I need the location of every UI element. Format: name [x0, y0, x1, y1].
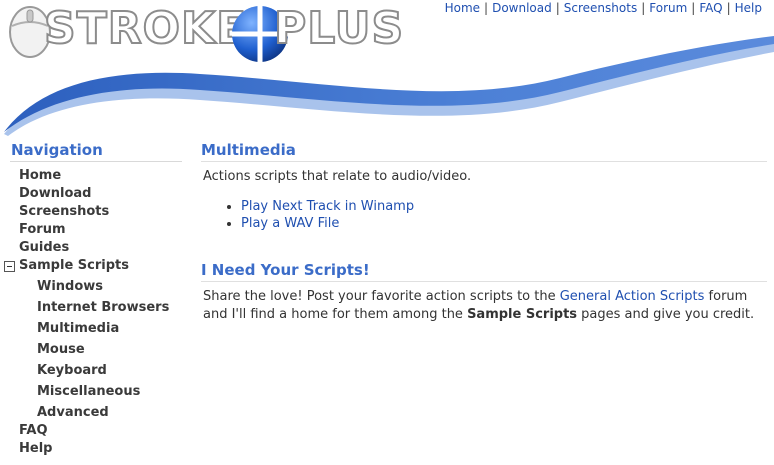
- link-general-action-scripts[interactable]: General Action Scripts: [560, 289, 705, 304]
- top-nav-download[interactable]: Download: [492, 1, 552, 15]
- link-play-next-track[interactable]: Play Next Track in Winamp: [241, 199, 414, 214]
- logo-text-plus: PLUS: [273, 3, 405, 55]
- section-title-multimedia: Multimedia: [201, 141, 767, 162]
- sidebar-item-faq[interactable]: FAQ: [19, 423, 48, 438]
- sidebar-item-forum[interactable]: Forum: [19, 222, 66, 237]
- list-item: Play a WAV File: [225, 215, 414, 232]
- sidebar-item-guides[interactable]: Guides: [19, 240, 69, 255]
- sidebar-item-help[interactable]: Help: [19, 441, 52, 456]
- share-text-3: pages and give you credit.: [577, 307, 755, 322]
- sidebar-item-home[interactable]: Home: [19, 168, 61, 183]
- section-title-need-scripts: I Need Your Scripts!: [201, 261, 767, 282]
- sidebar-subitem-keyboard[interactable]: Keyboard: [37, 363, 107, 378]
- sample-scripts-bold: Sample Scripts: [467, 307, 578, 322]
- list-item: Play Next Track in Winamp: [225, 198, 414, 215]
- sidebar-item-screenshots[interactable]: Screenshots: [19, 204, 109, 219]
- header: STROKES PLUS Home | Download | Screenshots | F…: [0, 0, 774, 140]
- top-nav-separator: |: [726, 1, 731, 15]
- top-nav-separator: |: [641, 1, 646, 15]
- collapse-toggle-icon[interactable]: [4, 261, 15, 272]
- sidebar-subitem-windows[interactable]: Windows: [37, 279, 103, 294]
- top-nav-faq[interactable]: FAQ: [699, 1, 722, 15]
- sidebar-subitem-advanced[interactable]: Advanced: [37, 405, 109, 420]
- top-nav-separator: |: [691, 1, 696, 15]
- script-link-list: Play Next Track in Winamp Play a WAV Fil…: [225, 198, 414, 232]
- top-nav-forum[interactable]: Forum: [649, 1, 687, 15]
- sidebar-subitem-mouse[interactable]: Mouse: [37, 342, 85, 357]
- top-nav-separator: |: [484, 1, 489, 15]
- sidebar-title: Navigation: [10, 140, 182, 162]
- sidebar-item-sample-scripts[interactable]: Sample Scripts: [19, 258, 129, 273]
- site-logo[interactable]: STROKES PLUS: [6, 2, 404, 64]
- top-nav: Home | Download | Screenshots | Forum | FAQ | Help: [445, 1, 762, 15]
- share-paragraph: Share the love! Post your favorite actio…: [203, 288, 763, 324]
- top-nav-help[interactable]: Help: [735, 1, 762, 15]
- sidebar-item-download[interactable]: Download: [19, 186, 91, 201]
- top-nav-screenshots[interactable]: Screenshots: [564, 1, 637, 15]
- link-play-wav-file[interactable]: Play a WAV File: [241, 216, 339, 231]
- top-nav-separator: |: [555, 1, 560, 15]
- sidebar-subitem-multimedia[interactable]: Multimedia: [37, 321, 119, 336]
- section-description: Actions scripts that relate to audio/vid…: [203, 169, 472, 184]
- sidebar-subitem-miscellaneous[interactable]: Miscellaneous: [37, 384, 140, 399]
- sidebar: Navigation Home Download Screenshots For…: [4, 140, 182, 456]
- top-nav-home[interactable]: Home: [445, 1, 480, 15]
- share-text-1: Share the love! Post your favorite actio…: [203, 289, 560, 304]
- sidebar-subitem-internet-browsers[interactable]: Internet Browsers: [37, 300, 169, 315]
